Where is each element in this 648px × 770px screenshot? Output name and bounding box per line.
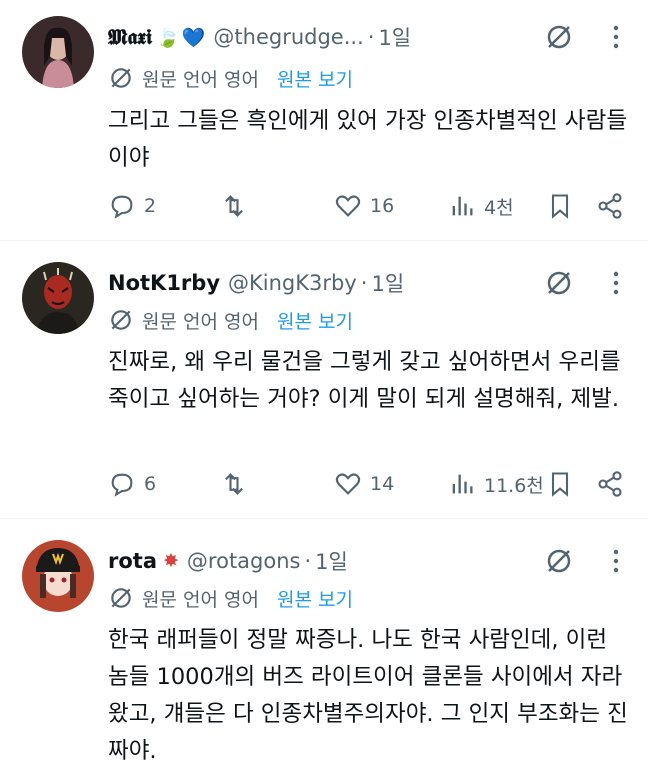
- view-count: 11.6천: [484, 474, 544, 497]
- handle[interactable]: @rotagons: [187, 549, 301, 573]
- views-button[interactable]: 11.6천: [448, 467, 544, 501]
- grok-icon[interactable]: [544, 546, 574, 576]
- views-button[interactable]: 4천: [448, 189, 514, 223]
- reply-button[interactable]: 6: [108, 467, 156, 501]
- tweet-text: 진짜로, 왜 우리 물건을 그렇게 갖고 싶어하면서 우리를 죽이고 싶어하는 …: [108, 349, 621, 412]
- translation-source: 원문 언어 영어: [142, 588, 259, 611]
- reply-icon: [111, 473, 133, 497]
- view-original-link[interactable]: 원본 보기: [277, 65, 353, 92]
- action-bar: 2 16 4천: [108, 189, 628, 223]
- translation-source: 원문 언어 영어: [142, 68, 259, 91]
- like-button[interactable]: 16: [334, 189, 394, 223]
- grok-icon[interactable]: [544, 268, 574, 298]
- timestamp[interactable]: 1일: [315, 546, 348, 576]
- handle[interactable]: @thegrudge...: [213, 25, 363, 49]
- separator-dot: ·: [367, 25, 375, 49]
- bookmark-icon: [551, 194, 569, 219]
- view-original-link[interactable]: 원본 보기: [277, 307, 353, 334]
- retweet-icon: [225, 473, 243, 495]
- reply-count: 2: [144, 195, 157, 217]
- bookmark-button[interactable]: [546, 189, 574, 223]
- analytics-icon: [452, 196, 473, 216]
- like-count: 14: [370, 473, 395, 495]
- timestamp[interactable]: 1일: [371, 268, 404, 298]
- blue-heart-icon: 💙: [181, 26, 206, 49]
- retweet-button[interactable]: [220, 467, 256, 501]
- retweet-icon: [225, 195, 243, 217]
- translate-icon: [111, 68, 131, 88]
- translate-icon: [111, 310, 131, 330]
- analytics-icon: [452, 474, 473, 494]
- tweet-text: 그리고 그들은 흑인에게 있어 가장 인종차별적인 사람들이야: [108, 108, 628, 171]
- translation-source: 원문 언어 영어: [142, 310, 259, 333]
- collision-emoji-icon: ✸: [163, 550, 179, 572]
- grok-icon[interactable]: [544, 22, 574, 52]
- leaf-emoji-icon: 🍃: [156, 26, 180, 49]
- action-bar: 6 14 11.6천: [108, 467, 628, 501]
- tweet-3[interactable]: rota ✸ @rotagons · 1일 원문 언어 영어 원본 보기 한국 …: [0, 519, 648, 770]
- avatar[interactable]: [22, 540, 94, 612]
- heart-icon: [335, 473, 361, 495]
- reply-button[interactable]: 2: [108, 189, 156, 223]
- tweet-text: 한국 래퍼들이 정말 짜증나. 나도 한국 사람인데, 이런 놈들 1000개의…: [108, 627, 628, 764]
- bookmark-icon: [551, 472, 569, 497]
- separator-dot: ·: [360, 271, 368, 295]
- translation-bar: 원문 언어 영어 원본 보기: [108, 63, 353, 93]
- more-options-icon[interactable]: [612, 24, 620, 50]
- share-icon: [598, 193, 622, 219]
- timestamp[interactable]: 1일: [378, 22, 411, 52]
- bookmark-button[interactable]: [546, 467, 574, 501]
- more-options-icon[interactable]: [612, 270, 620, 296]
- translate-icon: [111, 588, 131, 608]
- share-icon: [598, 471, 622, 497]
- translation-bar: 원문 언어 영어 원본 보기: [108, 583, 353, 613]
- display-name[interactable]: NotK1rby: [108, 271, 220, 295]
- like-button[interactable]: 14: [334, 467, 394, 501]
- tweet-1[interactable]: 𝕸𝖆𝖝𝖎 🍃 💙 @thegrudge... · 1일 원문 언어 영어 원본 …: [0, 0, 648, 241]
- more-options-icon[interactable]: [612, 548, 620, 574]
- display-name[interactable]: 𝕸𝖆𝖝𝖎: [108, 24, 152, 50]
- tweet-2[interactable]: NotK1rby @KingK3rby · 1일 원문 언어 영어 원본 보기 …: [0, 241, 648, 519]
- retweet-button[interactable]: [220, 189, 256, 223]
- share-button[interactable]: [596, 467, 624, 501]
- separator-dot: ·: [304, 549, 312, 573]
- reply-icon: [111, 195, 133, 219]
- translation-bar: 원문 언어 영어 원본 보기: [108, 305, 353, 335]
- like-count: 16: [370, 195, 395, 217]
- heart-icon: [335, 195, 361, 217]
- handle[interactable]: @KingK3rby: [228, 271, 357, 295]
- avatar[interactable]: [22, 262, 94, 334]
- view-count: 4천: [484, 196, 514, 219]
- reply-count: 6: [144, 473, 157, 495]
- view-original-link[interactable]: 원본 보기: [277, 585, 353, 612]
- share-button[interactable]: [596, 189, 624, 223]
- avatar[interactable]: [22, 16, 94, 88]
- display-name[interactable]: rota: [108, 549, 157, 573]
